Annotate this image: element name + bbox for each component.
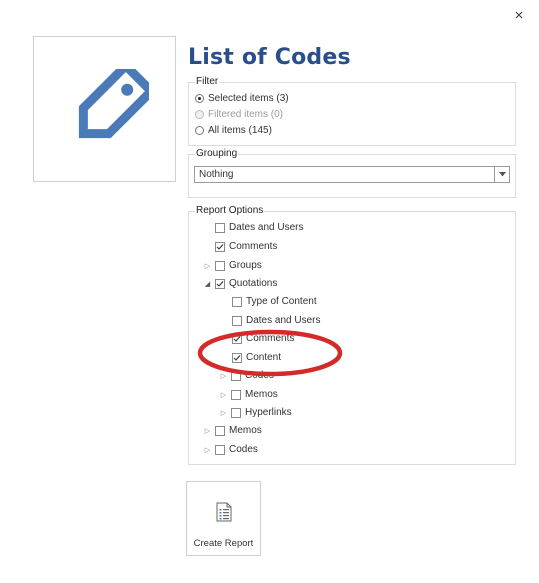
tag-icon-panel xyxy=(33,36,176,182)
option-label: Quotations xyxy=(229,278,278,289)
expand-arrow-icon[interactable]: ▷ xyxy=(203,427,212,435)
option-dates-and-users[interactable]: Dates and Users xyxy=(215,222,303,233)
report-document-icon xyxy=(216,502,232,522)
option-quotation-codes[interactable]: ▷ Codes xyxy=(219,370,274,381)
checkbox[interactable] xyxy=(215,444,225,455)
option-codes[interactable]: ▷ Codes xyxy=(203,444,258,455)
checkbox-checked[interactable] xyxy=(232,352,242,363)
option-label: Memos xyxy=(245,389,278,400)
checkbox[interactable] xyxy=(231,389,241,400)
filter-legend: Filter xyxy=(195,76,220,87)
option-label: Codes xyxy=(245,370,274,381)
grouping-select[interactable]: Nothing xyxy=(194,166,510,183)
option-groups[interactable]: ▷ Groups xyxy=(203,260,262,271)
option-label: Hyperlinks xyxy=(245,407,292,418)
checkbox[interactable] xyxy=(215,222,225,233)
option-label: Codes xyxy=(229,444,258,455)
collapse-arrow-icon[interactable]: ◢ xyxy=(203,280,212,288)
expand-arrow-icon[interactable]: ▷ xyxy=(219,391,228,399)
option-label: Content xyxy=(246,352,282,363)
grouping-legend: Grouping xyxy=(195,148,239,159)
filter-option-label: Filtered items (0) xyxy=(208,109,284,120)
chevron-down-icon[interactable] xyxy=(494,167,509,182)
grouping-value: Nothing xyxy=(199,169,234,180)
report-options-legend: Report Options xyxy=(195,205,265,216)
option-label: Memos xyxy=(229,425,262,436)
page-title: List of Codes xyxy=(188,45,351,70)
option-quotation-content[interactable]: Content xyxy=(232,352,281,363)
checkbox[interactable] xyxy=(215,425,225,436)
expand-arrow-icon[interactable]: ▷ xyxy=(219,372,228,380)
filter-option-label: All items (145) xyxy=(208,125,272,136)
option-label: Comments xyxy=(246,333,295,344)
option-quotation-memos[interactable]: ▷ Memos xyxy=(219,389,278,400)
create-report-button[interactable]: Create Report xyxy=(186,481,261,556)
expand-arrow-icon[interactable]: ▷ xyxy=(219,409,228,417)
tag-icon xyxy=(78,69,149,139)
checkbox[interactable] xyxy=(231,407,241,418)
option-quotations[interactable]: ◢ Quotations xyxy=(203,278,278,289)
option-label: Comments xyxy=(229,241,278,252)
checkbox[interactable] xyxy=(231,370,241,381)
option-label: Dates and Users xyxy=(229,222,304,233)
checkbox[interactable] xyxy=(232,315,242,326)
option-quotation-hyperlinks[interactable]: ▷ Hyperlinks xyxy=(219,407,292,418)
radio-all[interactable] xyxy=(195,126,204,135)
checkbox[interactable] xyxy=(232,296,242,307)
expand-arrow-icon[interactable]: ▷ xyxy=(203,446,212,454)
option-label: Dates and Users xyxy=(246,315,321,326)
option-label: Groups xyxy=(229,260,262,271)
option-quotation-dates-and-users[interactable]: Dates and Users xyxy=(232,315,320,326)
checkbox-checked[interactable] xyxy=(232,333,242,344)
checkbox[interactable] xyxy=(215,260,225,271)
filter-option-filtered: Filtered items (0) xyxy=(195,109,283,120)
checkbox-checked[interactable] xyxy=(215,278,225,289)
option-quotation-comments[interactable]: Comments xyxy=(232,333,294,344)
filter-option-all[interactable]: All items (145) xyxy=(195,125,272,136)
checkbox-checked[interactable] xyxy=(215,241,225,252)
expand-arrow-icon[interactable]: ▷ xyxy=(203,262,212,270)
filter-option-label: Selected items (3) xyxy=(208,93,289,104)
option-label: Type of Content xyxy=(246,296,317,307)
option-comments[interactable]: Comments xyxy=(215,241,277,252)
radio-selected[interactable] xyxy=(195,94,204,103)
close-icon[interactable] xyxy=(512,8,526,22)
filter-option-selected[interactable]: Selected items (3) xyxy=(195,93,289,104)
radio-filtered xyxy=(195,110,204,119)
create-report-label: Create Report xyxy=(193,538,254,549)
option-memos[interactable]: ▷ Memos xyxy=(203,425,262,436)
option-type-of-content[interactable]: Type of Content xyxy=(232,296,317,307)
